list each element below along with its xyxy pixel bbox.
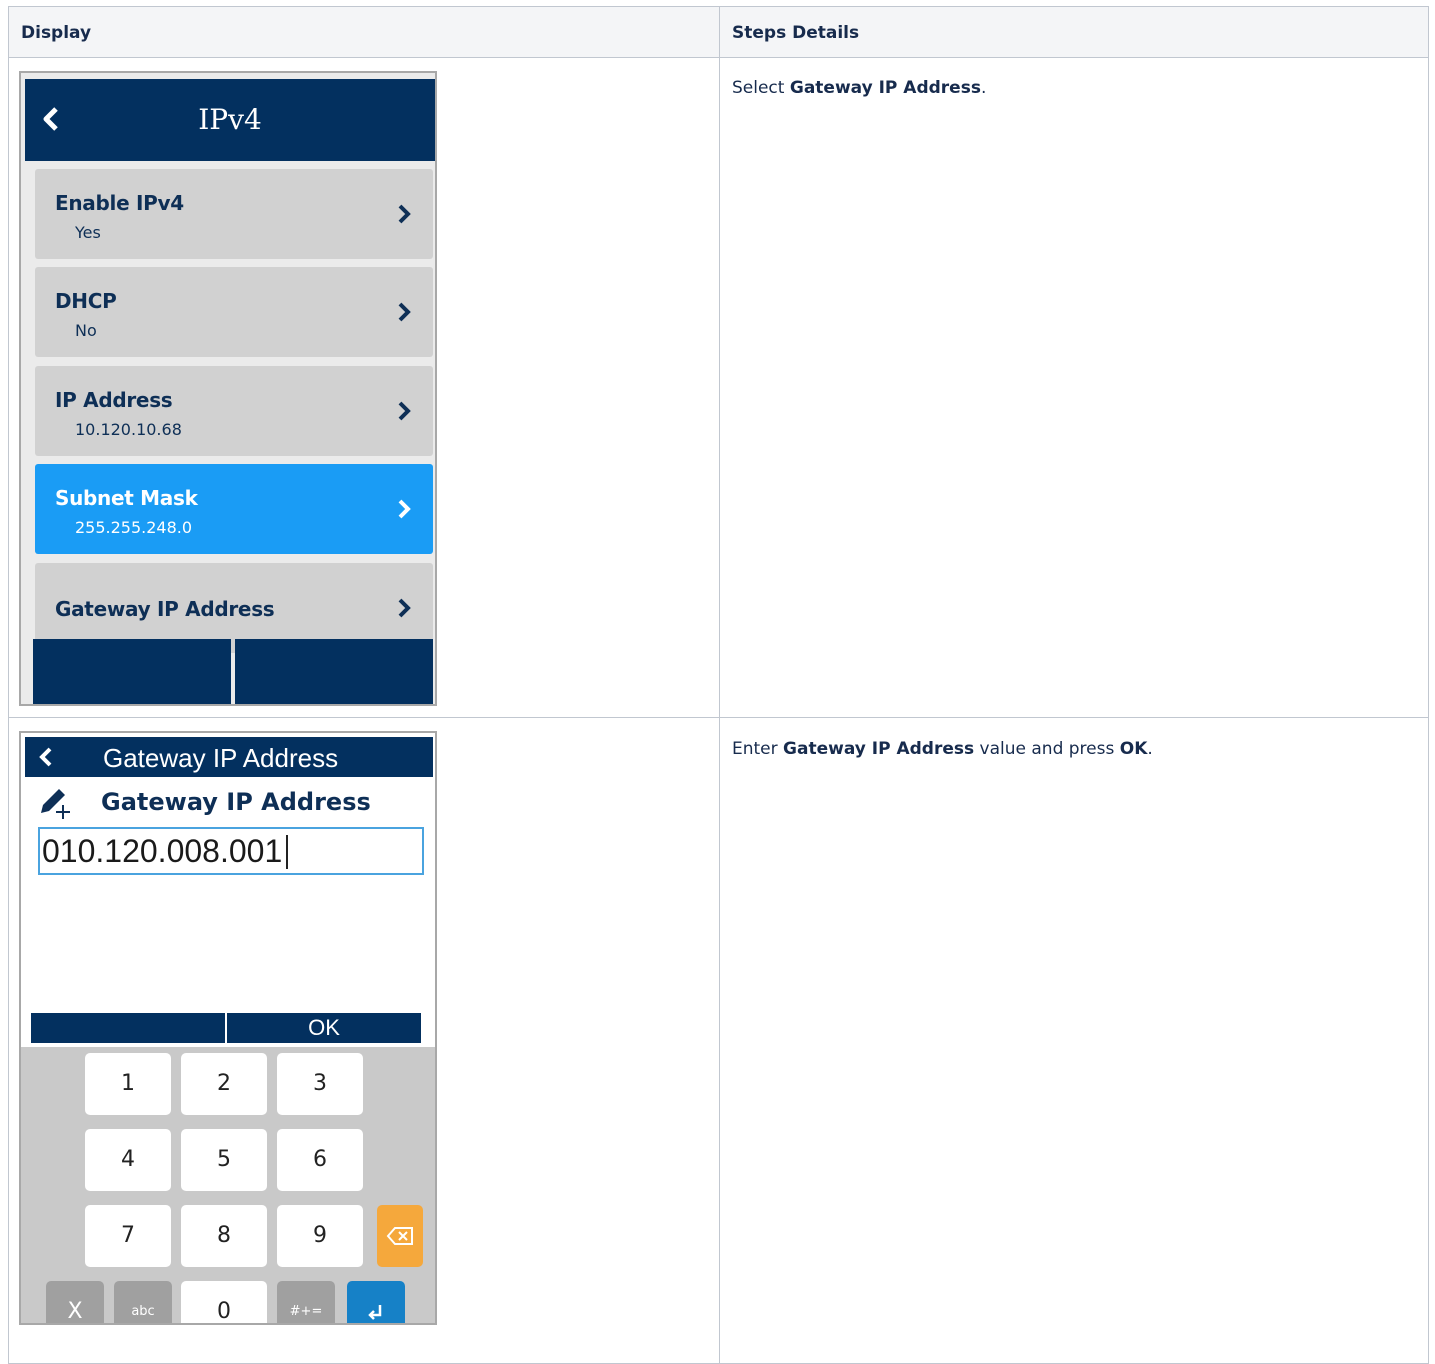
backspace-key[interactable] (377, 1205, 423, 1267)
step2-bold-ok: OK (1119, 739, 1148, 759)
gateway-ip-value: 010.120.008.001 (42, 833, 283, 869)
key-5[interactable]: 5 (181, 1129, 267, 1191)
menu-item-ip-address[interactable]: IP Address 10.120.10.68 (35, 366, 433, 456)
text-caret (286, 835, 288, 869)
softkey-left[interactable] (33, 639, 231, 704)
key-2[interactable]: 2 (181, 1053, 267, 1115)
key-4[interactable]: 4 (85, 1129, 171, 1191)
key-0[interactable]: 0 (181, 1281, 267, 1323)
menu-item-label: IP Address (55, 388, 173, 412)
key-3[interactable]: 3 (277, 1053, 363, 1115)
menu-item-value: Yes (75, 223, 101, 242)
menu-item-label: Enable IPv4 (55, 191, 184, 215)
key-7[interactable]: 7 (85, 1205, 171, 1267)
chevron-right-icon (398, 204, 411, 224)
field-label: Gateway IP Address (101, 788, 371, 816)
menu-item-value: 10.120.10.68 (75, 420, 182, 439)
enter-icon (368, 1305, 382, 1320)
numeric-keypad: 1 2 3 4 5 6 7 8 9 X abc 0 #+= (21, 1047, 435, 1323)
column-header-display: Display (8, 6, 720, 58)
menu-item-dhcp[interactable]: DHCP No (35, 267, 433, 357)
key-8[interactable]: 8 (181, 1205, 267, 1267)
back-chevron-icon[interactable] (37, 746, 55, 768)
chevron-right-icon (398, 401, 411, 421)
key-cancel-x[interactable]: X (46, 1281, 104, 1323)
menu-item-label: Subnet Mask (55, 486, 198, 510)
backspace-icon (386, 1227, 413, 1245)
softkey-right[interactable] (235, 639, 433, 704)
step2-bold-target: Gateway IP Address (783, 739, 975, 759)
menu-item-value: No (75, 321, 97, 340)
chevron-right-icon (398, 302, 411, 322)
ipv4-header-bar: IPv4 (25, 79, 435, 161)
chevron-right-icon (398, 499, 411, 519)
step1-text-b: . (980, 78, 987, 98)
ipv4-screen-screenshot: IPv4 Enable IPv4 Yes DHCP No IP Address … (19, 71, 437, 706)
key-1[interactable]: 1 (85, 1053, 171, 1115)
column-header-steps: Steps Details (719, 6, 1429, 58)
enter-key[interactable] (347, 1281, 405, 1323)
chevron-right-icon (398, 598, 411, 618)
steps-cell-1 (719, 57, 1429, 718)
step1-text-a: Select (732, 78, 790, 98)
gateway-header-title: Gateway IP Address (103, 743, 339, 773)
menu-item-subnet-mask[interactable]: Subnet Mask 255.255.248.0 (35, 464, 433, 554)
key-9[interactable]: 9 (277, 1205, 363, 1267)
ipv4-title: IPv4 (198, 103, 262, 136)
step2-text-a: Enter (732, 739, 784, 759)
step1-bold-target: Gateway IP Address (789, 78, 981, 98)
step2-text-c: . (1147, 739, 1153, 759)
steps-cell-2 (719, 717, 1429, 1364)
menu-item-enable-ipv4[interactable]: Enable IPv4 Yes (35, 169, 433, 259)
gateway-entry-screen-screenshot: Gateway IP Address Gateway IP Address 01… (19, 731, 437, 1325)
step2-text-b: value and press (974, 739, 1120, 759)
step-instruction-2: Enter Gateway IP Address value and press… (732, 739, 1153, 759)
menu-item-label: Gateway IP Address (55, 597, 275, 621)
step-instruction-1: Select Gateway IP Address. (732, 78, 986, 98)
key-symbols[interactable]: #+= (277, 1281, 335, 1323)
menu-item-value: 255.255.248.0 (75, 518, 193, 537)
key-6[interactable]: 6 (277, 1129, 363, 1191)
softkey-left[interactable] (31, 1013, 225, 1043)
gateway-header-bar: Gateway IP Address (25, 737, 433, 777)
gateway-ip-input[interactable]: 010.120.008.001 (38, 827, 424, 875)
softkey-ok[interactable]: OK (227, 1013, 421, 1043)
menu-item-label: DHCP (55, 289, 117, 313)
key-abc[interactable]: abc (114, 1281, 172, 1323)
edit-pencil-icon (41, 789, 70, 819)
